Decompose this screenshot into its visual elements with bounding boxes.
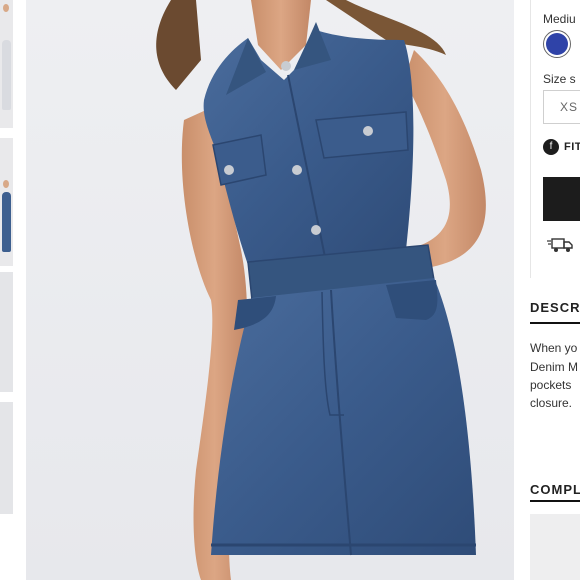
add-to-bag-button[interactable] <box>543 177 580 221</box>
thumbnail[interactable] <box>0 402 13 514</box>
product-options-panel: Mediu Size s XS f FIT DESCR When yo Deni… <box>514 0 580 580</box>
description-underline <box>530 322 580 324</box>
thumbnail[interactable] <box>0 272 13 392</box>
size-select[interactable]: XS <box>543 90 580 124</box>
complete-the-look-heading[interactable]: COMPL <box>530 482 580 497</box>
color-label: Mediu <box>543 12 576 26</box>
info-icon[interactable]: f <box>543 139 559 155</box>
description-line: pockets <box>530 378 572 392</box>
truck-icon <box>547 238 573 252</box>
fit-link[interactable]: FIT <box>564 141 580 153</box>
size-label: Size s <box>543 72 576 86</box>
thumbnail[interactable] <box>0 0 13 128</box>
thumbnail[interactable] <box>0 138 13 266</box>
divider <box>530 0 531 278</box>
product-image[interactable] <box>26 0 514 580</box>
denim-dress-illustration <box>156 0 486 580</box>
complete-underline <box>530 500 580 502</box>
thumbnail-strip <box>0 0 14 580</box>
description-line: Denim M <box>530 360 579 374</box>
color-swatch[interactable] <box>546 33 568 55</box>
recommended-product-image[interactable] <box>530 514 580 580</box>
description-line: When yo <box>530 341 578 355</box>
description-line: closure. <box>530 396 573 410</box>
size-value: XS <box>560 100 579 114</box>
description-heading[interactable]: DESCR <box>530 300 580 315</box>
